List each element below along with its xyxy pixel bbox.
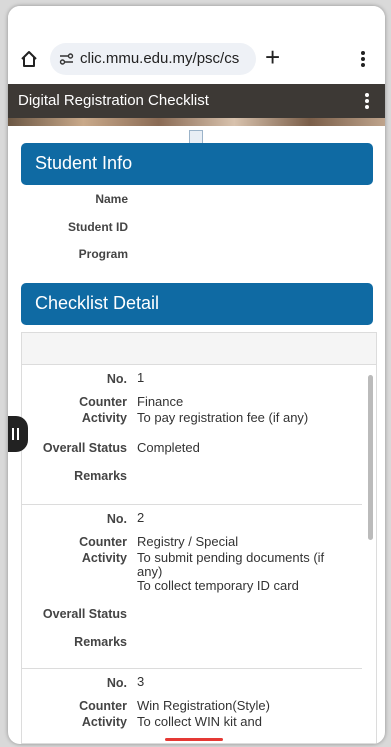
no-value: 3 [137,674,145,689]
home-icon[interactable] [20,50,38,68]
table-scrollbar[interactable] [366,365,374,743]
counter-label: Counter [79,535,127,549]
checklist-header: Checklist Detail [21,283,373,325]
activity-value: To collect WIN kit and [137,714,262,729]
new-tab-icon[interactable]: + [265,44,280,70]
phone-screen: clic.mmu.edu.my/psc/cs + Digital Registr… [8,6,385,744]
status-line: Overall Status [22,607,362,635]
table-row: No. 3 Counter Win Registration(Style) Ac… [22,671,362,743]
checklist-heading: Checklist Detail [35,293,160,313]
app-title-bar: Digital Registration Checklist [8,84,385,118]
remarks-label: Remarks [74,469,127,483]
handle-bar-icon [12,428,14,440]
broken-image-icon [189,130,203,144]
activity-line: Activity To submit pending documents (if… [22,551,362,607]
checklist-table[interactable]: No. 1 Counter Finance Activity To pay re… [21,332,377,744]
counter-value: Win Registration(Style) [137,698,270,713]
counter-line: Counter Win Registration(Style) [22,699,362,715]
no-label: No. [106,372,127,386]
counter-label: Counter [79,395,127,409]
gesture-indicator [165,738,223,741]
counter-label: Counter [79,699,127,713]
activity-line: Activity To pay registration fee (if any… [22,411,362,441]
student-id-label: Student ID [68,220,128,234]
student-info-header: Student Info [21,143,373,185]
status-line: Overall Status Completed [22,441,362,469]
url-text: clic.mmu.edu.my/psc/cs [80,50,240,67]
site-settings-icon[interactable] [59,52,74,66]
address-bar[interactable]: clic.mmu.edu.my/psc/cs [50,43,256,75]
remarks-line: Remarks [22,635,362,659]
checklist-rows: No. 1 Counter Finance Activity To pay re… [22,365,362,743]
banner-image [8,118,385,126]
counter-line: Counter Registry / Special [22,535,362,551]
activity-label: Activity [81,551,127,565]
counter-line: Counter Finance [22,395,362,411]
name-label: Name [95,192,128,206]
browser-toolbar: clic.mmu.edu.my/psc/cs + [8,6,385,84]
no-line: No. 1 [22,367,362,391]
activity-label: Activity [81,411,127,425]
activity-value: To submit pending documents (if any) To … [137,550,325,593]
side-panel-handle[interactable] [8,416,28,452]
handle-bar-icon [17,428,19,440]
activity-label: Activity [81,715,127,729]
status-label: Overall Status [42,607,127,621]
remarks-line: Remarks [22,469,362,493]
no-label: No. [106,676,127,690]
remarks-label: Remarks [74,635,127,649]
table-header [22,333,376,365]
table-row: No. 1 Counter Finance Activity To pay re… [22,367,362,505]
app-menu-icon[interactable] [364,92,370,110]
table-row: No. 2 Counter Registry / Special Activit… [22,507,362,669]
counter-value: Finance [137,394,184,409]
no-value: 2 [137,510,145,525]
no-label: No. [106,512,127,526]
status-label: Overall Status [42,441,127,455]
no-line: No. 3 [22,671,362,695]
no-value: 1 [137,370,145,385]
counter-value: Registry / Special [137,534,239,549]
activity-value: To pay registration fee (if any) [137,410,309,425]
page-title: Digital Registration Checklist [18,92,209,109]
browser-menu-icon[interactable] [360,50,366,68]
program-label: Program [78,247,128,261]
no-line: No. 2 [22,507,362,531]
student-info-heading: Student Info [35,153,133,173]
status-value: Completed [137,440,200,455]
scrollbar-thumb[interactable] [368,375,373,540]
